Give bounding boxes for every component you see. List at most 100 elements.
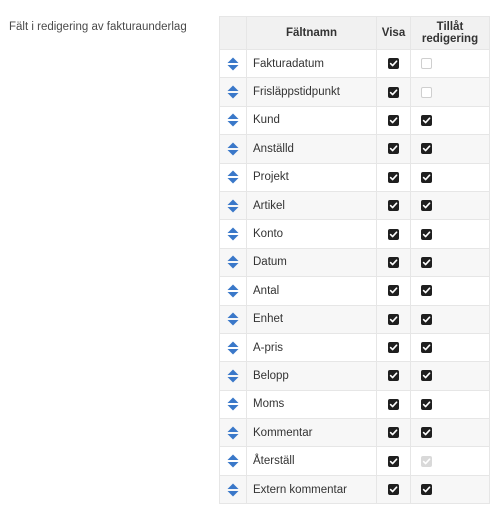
- drag-handle-cell[interactable]: [219, 48, 247, 79]
- sort-up-down-icon[interactable]: [227, 312, 239, 326]
- allow-edit-checkbox[interactable]: [421, 114, 432, 126]
- visa-checkbox[interactable]: [388, 484, 399, 496]
- field-name: A-pris: [246, 332, 377, 363]
- table-row: Datum: [219, 247, 490, 278]
- drag-handle-cell[interactable]: [219, 190, 247, 221]
- allow-edit-cell: [410, 304, 490, 334]
- sort-up-down-icon[interactable]: [227, 483, 239, 497]
- column-header-visa[interactable]: Visa: [376, 16, 411, 50]
- visa-checkbox[interactable]: [388, 143, 399, 155]
- drag-handle-cell[interactable]: [219, 446, 247, 476]
- allow-edit-checkbox: [421, 58, 432, 70]
- visa-checkbox[interactable]: [388, 313, 399, 325]
- sort-up-down-icon[interactable]: [227, 454, 239, 468]
- visa-checkbox[interactable]: [388, 285, 399, 297]
- allow-edit-cell: [410, 446, 490, 476]
- sort-up-down-icon[interactable]: [227, 341, 239, 355]
- allow-edit-cell: [410, 219, 490, 249]
- sort-up-down-icon[interactable]: [227, 227, 239, 241]
- visa-cell: [376, 446, 411, 476]
- allow-edit-cell: [410, 134, 490, 164]
- table-row: Fakturadatum: [219, 48, 490, 79]
- drag-handle-cell[interactable]: [219, 418, 247, 448]
- visa-cell: [376, 48, 411, 79]
- visa-cell: [376, 418, 411, 448]
- sort-up-down-icon[interactable]: [227, 397, 239, 411]
- allow-edit-cell: [410, 48, 490, 79]
- visa-checkbox[interactable]: [388, 398, 399, 410]
- drag-handle-cell[interactable]: [219, 219, 247, 249]
- sort-up-down-icon[interactable]: [227, 113, 239, 127]
- drag-handle-cell[interactable]: [219, 332, 247, 363]
- sort-up-down-icon[interactable]: [227, 426, 239, 440]
- drag-handle-cell[interactable]: [219, 247, 247, 278]
- allow-edit-checkbox[interactable]: [421, 370, 432, 382]
- sort-up-down-icon[interactable]: [227, 255, 239, 269]
- drag-handle-cell[interactable]: [219, 77, 247, 107]
- sort-up-down-icon[interactable]: [227, 170, 239, 184]
- field-name: Fakturadatum: [246, 48, 377, 79]
- visa-checkbox[interactable]: [388, 256, 399, 268]
- allow-edit-checkbox[interactable]: [421, 484, 432, 496]
- allow-edit-cell: [410, 162, 490, 192]
- visa-checkbox[interactable]: [388, 86, 399, 98]
- visa-checkbox[interactable]: [388, 342, 399, 354]
- visa-cell: [376, 332, 411, 363]
- table-row: Enhet: [219, 304, 490, 334]
- sort-up-down-icon[interactable]: [227, 199, 239, 213]
- drag-handle-cell[interactable]: [219, 304, 247, 334]
- sort-up-down-icon[interactable]: [227, 57, 239, 71]
- allow-edit-checkbox[interactable]: [421, 171, 432, 183]
- allow-edit-cell: [410, 190, 490, 221]
- drag-handle-cell[interactable]: [219, 474, 247, 505]
- table-row: Belopp: [219, 361, 490, 391]
- table-row: Artikel: [219, 190, 490, 221]
- allow-edit-cell: [410, 418, 490, 448]
- table-row: Konto: [219, 219, 490, 249]
- allow-edit-checkbox[interactable]: [421, 313, 432, 325]
- visa-checkbox[interactable]: [388, 171, 399, 183]
- allow-edit-checkbox[interactable]: [421, 200, 432, 212]
- sort-up-down-icon[interactable]: [227, 369, 239, 383]
- sort-up-down-icon[interactable]: [227, 85, 239, 99]
- allow-edit-checkbox: [421, 455, 432, 467]
- drag-handle-cell[interactable]: [219, 276, 247, 306]
- allow-edit-checkbox[interactable]: [421, 256, 432, 268]
- table-row: A-pris: [219, 332, 490, 363]
- allow-edit-checkbox[interactable]: [421, 143, 432, 155]
- table-row: Extern kommentar: [219, 474, 490, 505]
- allow-edit-checkbox[interactable]: [421, 398, 432, 410]
- section-label: Fält i redigering av fakturaunderlag: [9, 21, 187, 33]
- drag-handle-cell[interactable]: [219, 389, 247, 420]
- visa-cell: [376, 162, 411, 192]
- field-name: Moms: [246, 389, 377, 420]
- visa-checkbox[interactable]: [388, 455, 399, 467]
- drag-handle-cell[interactable]: [219, 105, 247, 136]
- visa-checkbox[interactable]: [388, 370, 399, 382]
- sort-up-down-icon[interactable]: [227, 142, 239, 156]
- visa-checkbox[interactable]: [388, 58, 399, 70]
- visa-cell: [376, 474, 411, 505]
- column-header-handle: [219, 16, 247, 50]
- visa-checkbox[interactable]: [388, 228, 399, 240]
- column-header-allow-edit[interactable]: Tillåt redigering: [410, 16, 490, 50]
- table-row: Moms: [219, 389, 490, 420]
- sort-up-down-icon[interactable]: [227, 284, 239, 298]
- visa-checkbox[interactable]: [388, 200, 399, 212]
- table-body: Fakturadatum Frisläppstidpunkt Kund Anställ…: [219, 48, 490, 505]
- allow-edit-checkbox[interactable]: [421, 427, 432, 439]
- allow-edit-checkbox[interactable]: [421, 228, 432, 240]
- field-name: Datum: [246, 247, 377, 278]
- drag-handle-cell[interactable]: [219, 361, 247, 391]
- field-name: Enhet: [246, 304, 377, 334]
- visa-checkbox[interactable]: [388, 427, 399, 439]
- drag-handle-cell[interactable]: [219, 134, 247, 164]
- allow-edit-cell: [410, 474, 490, 505]
- allow-edit-checkbox[interactable]: [421, 342, 432, 354]
- drag-handle-cell[interactable]: [219, 162, 247, 192]
- visa-checkbox[interactable]: [388, 114, 399, 126]
- allow-edit-cell: [410, 77, 490, 107]
- column-header-field-name[interactable]: Fältnamn: [246, 16, 377, 50]
- allow-edit-checkbox[interactable]: [421, 285, 432, 297]
- field-name: Artikel: [246, 190, 377, 221]
